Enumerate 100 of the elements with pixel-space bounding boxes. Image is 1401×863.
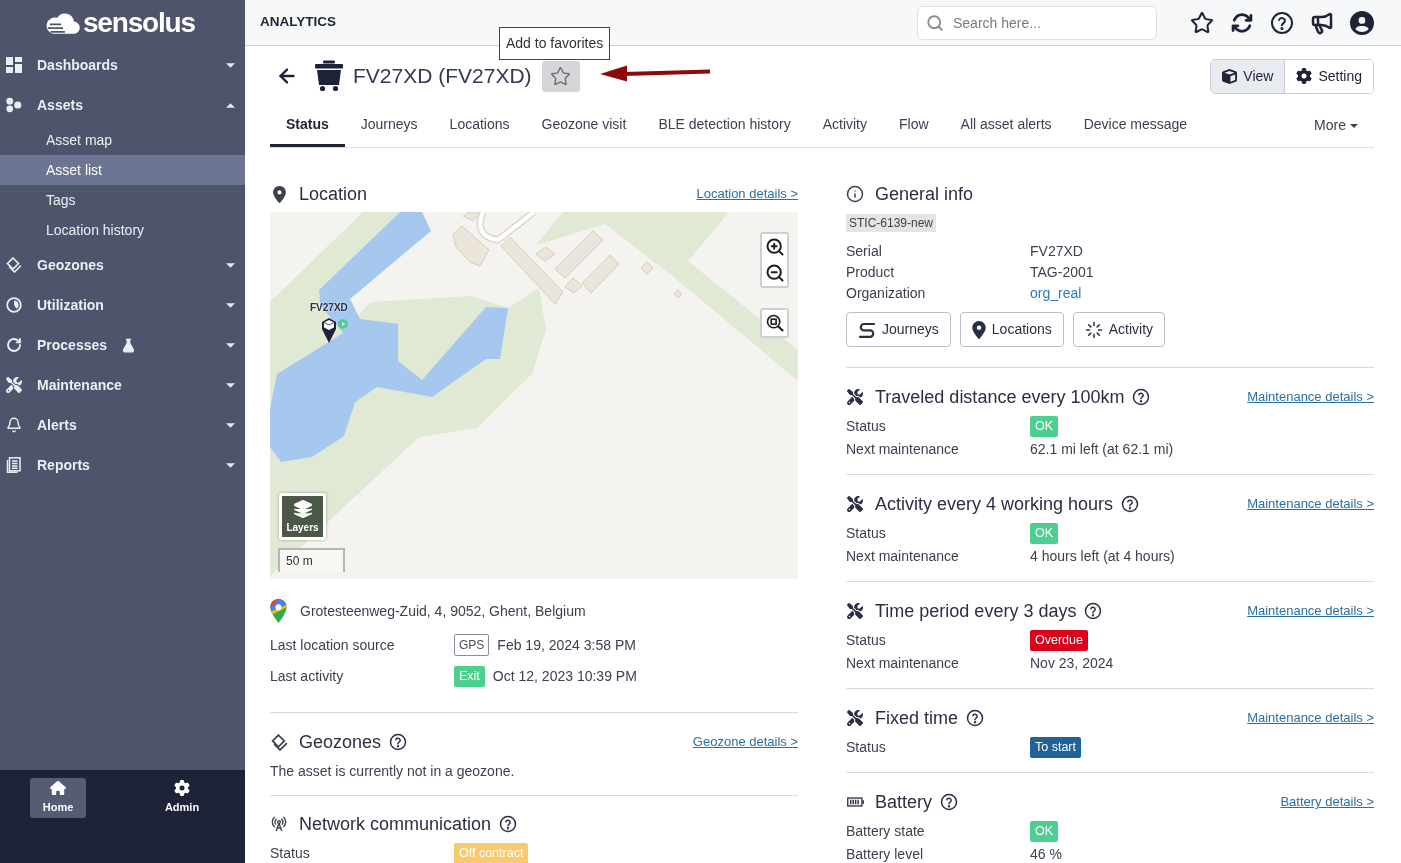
tab[interactable]: Journeys — [344, 104, 434, 147]
zoom-fit-button[interactable] — [760, 308, 789, 338]
field-label: Status — [270, 843, 311, 863]
help-icon[interactable] — [499, 815, 518, 833]
tab[interactable]: Device message — [1067, 104, 1204, 147]
nav-item[interactable]: Dashboards — [0, 45, 245, 85]
nav-item[interactable]: Alerts — [0, 405, 245, 445]
tab[interactable]: Geozone visit — [525, 104, 643, 147]
status-badge: OK — [1030, 416, 1059, 437]
scale-bar: 50 m — [278, 548, 345, 572]
location-pin-icon — [971, 320, 986, 339]
logo-text: sensolus — [83, 8, 195, 37]
marker-label: FV27XD — [310, 301, 348, 315]
address-text: Grotesteenweg-Zuid, 4, 9052, Ghent, Belgium — [300, 601, 586, 621]
antenna-tower-icon — [271, 815, 287, 833]
help-icon[interactable] — [1270, 10, 1294, 35]
details-link[interactable]: Maintenance details > — [1247, 387, 1374, 407]
source-badge: GPS — [454, 634, 490, 656]
nav-subitem[interactable]: Location history — [0, 215, 245, 245]
map-marker-icon[interactable] — [321, 316, 337, 344]
field-label: Status — [846, 631, 887, 650]
tab[interactable]: All asset alerts — [944, 104, 1068, 147]
tab[interactable]: Flow — [883, 104, 945, 147]
help-icon[interactable] — [1132, 388, 1151, 406]
nav-item[interactable]: Assets — [0, 85, 245, 125]
search-icon — [926, 13, 944, 32]
status-badge: OK — [1030, 523, 1059, 544]
field-value: Feb 19, 2024 3:58 PM — [497, 635, 636, 655]
road — [476, 212, 537, 244]
tab[interactable]: Status — [270, 104, 345, 147]
tab[interactable]: BLE detection history — [642, 104, 807, 147]
journeys-button[interactable]: Journeys — [846, 312, 951, 347]
field-label: Last activity — [270, 666, 345, 686]
megaphone-icon[interactable] — [1310, 10, 1334, 35]
loader-icon — [1084, 320, 1103, 339]
help-icon[interactable] — [1084, 602, 1103, 620]
dots-cluster-icon — [6, 97, 22, 113]
section-heading: Geozones — [299, 731, 382, 753]
nav-subitem[interactable]: Asset list — [0, 155, 245, 185]
nav-button[interactable]: Home — [30, 778, 86, 818]
section-heading: Fixed time — [875, 707, 959, 729]
tab[interactable]: Activity — [806, 104, 883, 147]
gear-icon — [1296, 68, 1313, 84]
more-dropdown[interactable]: More — [1298, 104, 1374, 147]
gear-icon — [174, 780, 190, 797]
tools-icon — [847, 710, 863, 726]
field-label: Status — [846, 417, 887, 436]
section-title: ANALYTICS — [260, 13, 336, 32]
section-heading: Location — [299, 183, 368, 205]
tab[interactable]: Locations — [433, 104, 526, 147]
details-link[interactable]: Geozone details > — [692, 732, 798, 752]
help-icon[interactable] — [966, 709, 985, 727]
field-label: Organization — [846, 284, 927, 303]
setting-button[interactable]: Setting — [1284, 59, 1373, 93]
search-field[interactable]: Search here... — [917, 5, 1157, 40]
help-icon[interactable] — [389, 733, 408, 751]
nav-item[interactable]: Utilization — [0, 285, 245, 325]
organization-link[interactable]: org_real — [1030, 283, 1082, 304]
geozone-message: The asset is currently not in a geozone. — [270, 762, 516, 781]
star-icon[interactable] — [1190, 10, 1214, 35]
locations-button[interactable]: Locations — [959, 312, 1064, 347]
view-button[interactable]: View — [1211, 59, 1285, 93]
layered-diamond-icon — [270, 733, 288, 751]
favorite-button[interactable] — [541, 60, 580, 92]
details-link[interactable]: Maintenance details > — [1247, 601, 1374, 621]
nav-subitem[interactable]: Tags — [0, 185, 245, 215]
status-badge: Overdue — [1030, 630, 1088, 651]
tools-icon — [847, 389, 863, 405]
cube-icon — [1222, 68, 1238, 84]
pie-circle-icon — [6, 297, 22, 313]
caret-down-icon — [1350, 123, 1358, 128]
nav-item[interactable]: Processes — [0, 325, 245, 365]
tooltip: Add to favorites — [499, 27, 611, 60]
field-value: TAG-2001 — [1030, 263, 1094, 282]
activity-button[interactable]: Activity — [1072, 312, 1166, 347]
help-icon[interactable] — [940, 793, 959, 811]
details-link[interactable]: Maintenance details > — [1247, 494, 1374, 514]
nav-item[interactable]: Maintenance — [0, 365, 245, 405]
nav-subitem[interactable]: Asset map — [0, 125, 245, 155]
asset-title: FV27XD (FV27XD) — [353, 63, 532, 90]
nav-button[interactable]: Admin — [154, 778, 210, 818]
user-avatar-icon[interactable] — [1350, 10, 1374, 35]
route-icon — [858, 320, 876, 339]
field-label: Next maintenance — [846, 440, 960, 459]
layers-icon — [292, 498, 313, 519]
nav-item[interactable]: Reports — [0, 445, 245, 485]
help-icon[interactable] — [1121, 495, 1140, 513]
status-badge: Off contract — [454, 842, 529, 863]
tools-icon — [6, 377, 22, 393]
battery-icon — [846, 797, 864, 807]
details-link[interactable]: Location details > — [696, 184, 798, 204]
refresh-icon[interactable] — [1230, 11, 1254, 34]
flask-icon — [121, 337, 137, 353]
details-link[interactable]: Battery details > — [1280, 792, 1374, 812]
field-label: Battery level — [846, 845, 925, 863]
details-link[interactable]: Maintenance details > — [1247, 708, 1374, 728]
dashboard-grid-icon — [6, 57, 22, 73]
nav-item[interactable]: Geozones — [0, 245, 245, 285]
status-badge: To start — [1030, 737, 1081, 758]
layers-button[interactable]: Layers — [279, 493, 326, 540]
